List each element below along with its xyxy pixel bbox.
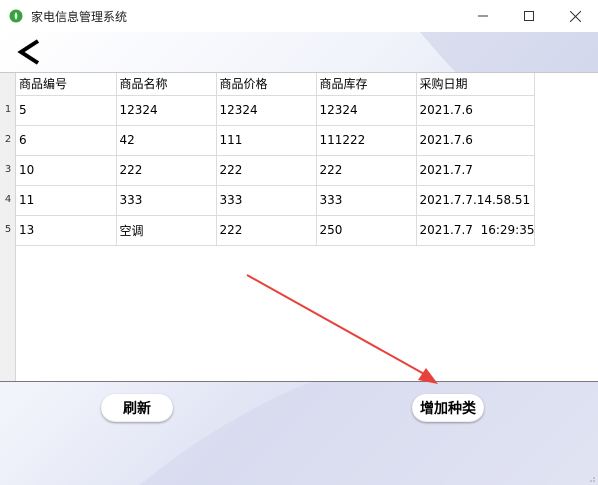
table-cell[interactable]: 111222 [316,125,417,156]
column-header[interactable]: 商品名称 [116,73,217,96]
window-title: 家电信息管理系统 [31,9,128,24]
minimize-button[interactable] [460,0,506,32]
table-cell[interactable]: 13 [16,215,117,246]
column-header[interactable]: 商品价格 [216,73,317,96]
table-row[interactable]: 6 42 111 111222 2021.7.6 [16,125,536,156]
data-grid: 商品编号 商品名称 商品价格 商品库存 采购日期 5 12324 12324 1232… [16,73,536,246]
close-button[interactable] [552,0,598,32]
app-icon [9,9,23,23]
maximize-button[interactable] [506,0,552,32]
table-row[interactable]: 13 空调 222 250 2021.7.7 16:29:35 [16,215,536,246]
column-header[interactable]: 商品库存 [316,73,417,96]
table-cell[interactable]: 5 [16,95,117,126]
table-cell[interactable]: 空调 [116,215,217,246]
close-icon [569,10,581,22]
table-cell[interactable]: 10 [16,155,117,186]
row-number[interactable]: 1 [0,95,16,125]
table-cell[interactable]: 250 [316,215,417,246]
table-cell[interactable]: 333 [116,185,217,216]
table-cell[interactable]: 222 [116,155,217,186]
minimize-icon [478,15,488,17]
table-cell[interactable]: 12324 [316,95,417,126]
table-row[interactable]: 10 222 222 222 2021.7.7 [16,155,536,186]
table-cell[interactable]: 333 [216,185,317,216]
title-bar: 家电信息管理系统 [0,0,598,32]
row-number[interactable]: 4 [0,185,16,215]
table-cell[interactable]: 222 [316,155,417,186]
table-cell[interactable]: 333 [316,185,417,216]
table-cell[interactable]: 2021.7.6 [416,95,536,126]
table-cell[interactable]: 222 [216,215,317,246]
column-header[interactable]: 商品编号 [16,73,117,96]
table-row[interactable]: 5 12324 12324 12324 2021.7.6 [16,95,536,126]
table-cell[interactable]: 222 [216,155,317,186]
refresh-button[interactable]: 刷新 [101,394,173,422]
table-cell[interactable]: 2021.7.7 16:29:35 [416,215,536,246]
table-cell[interactable]: 12324 [216,95,317,126]
table-cell[interactable]: 12324 [116,95,217,126]
table-cell[interactable]: 111 [216,125,317,156]
table-cell[interactable]: 2021.7.6 [416,125,536,156]
table-cell[interactable]: 42 [116,125,217,156]
row-number[interactable]: 5 [0,215,16,245]
resize-grip-icon[interactable] [586,473,596,483]
column-header[interactable]: 采购日期 [416,73,536,96]
table-row[interactable]: 11 333 333 333 2021.7.7.14.58.51 [16,185,536,216]
product-table: 12345 商品编号 商品名称 商品价格 商品库存 采购日期 5 12324 123… [0,72,598,382]
row-number[interactable]: 3 [0,155,16,185]
maximize-icon [524,11,534,21]
table-cell[interactable]: 6 [16,125,117,156]
chevron-left-icon [17,39,40,65]
back-button[interactable] [14,38,44,66]
table-cell[interactable]: 11 [16,185,117,216]
add-category-button[interactable]: 增加种类 [412,394,484,422]
header-row: 商品编号 商品名称 商品价格 商品库存 采购日期 [16,73,536,96]
table-cell[interactable]: 2021.7.7 [416,155,536,186]
table-cell[interactable]: 2021.7.7.14.58.51 [416,185,536,216]
row-number[interactable]: 2 [0,125,16,155]
main-panel: 12345 商品编号 商品名称 商品价格 商品库存 采购日期 5 12324 123… [0,32,598,485]
